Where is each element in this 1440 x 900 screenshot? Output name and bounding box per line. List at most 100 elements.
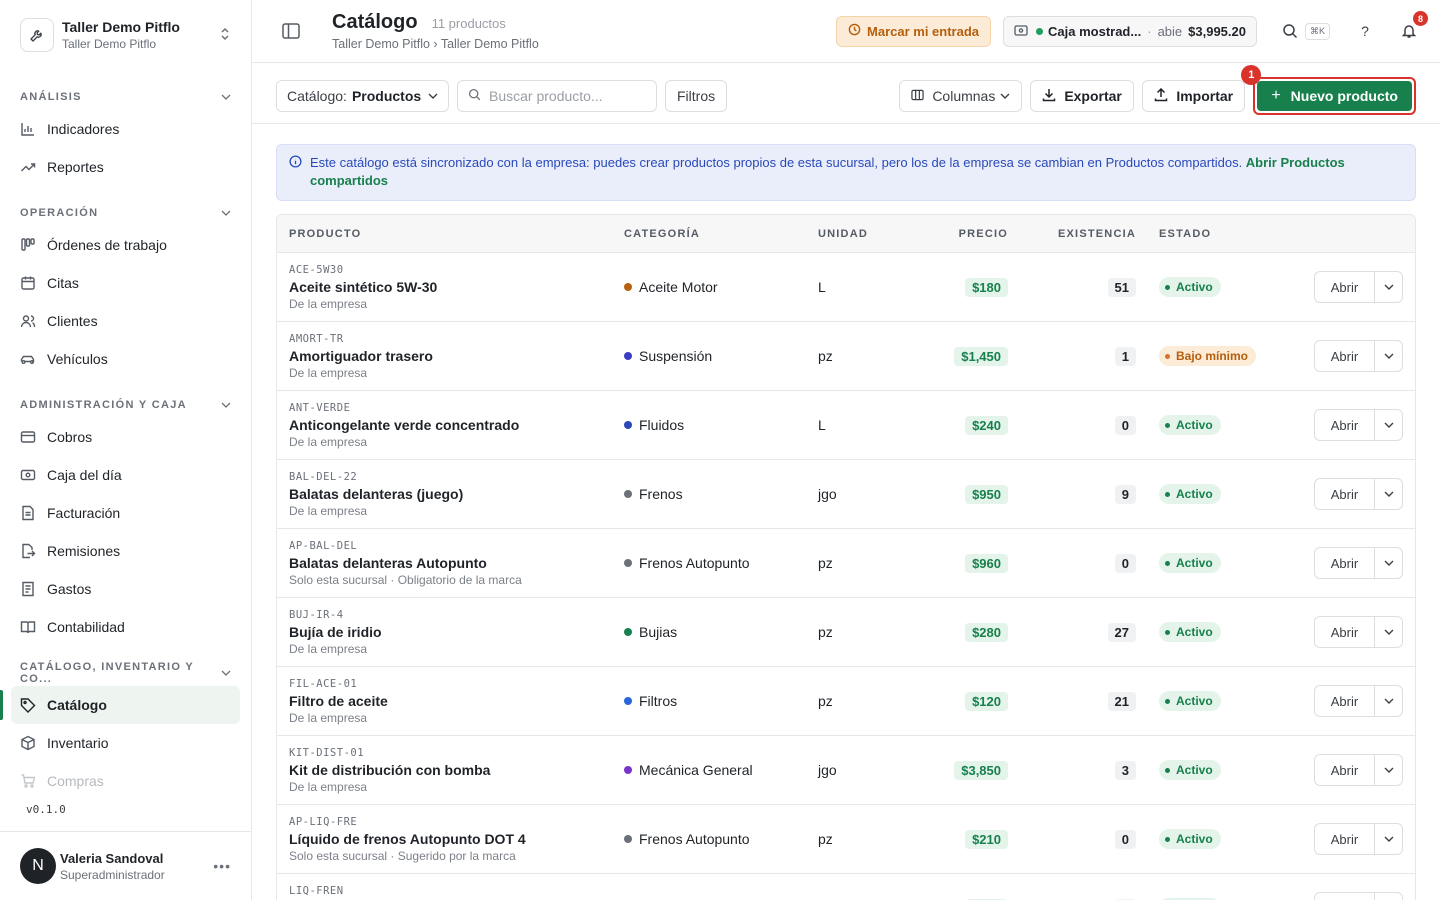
catalog-type-label: Catálogo: xyxy=(287,88,347,104)
chevron-down-icon[interactable] xyxy=(1375,272,1402,302)
table-row[interactable]: ANT-VERDE Anticongelante verde concentra… xyxy=(277,391,1415,460)
status-label: Activo xyxy=(1176,280,1213,295)
cash-icon xyxy=(20,467,36,483)
nav-section-0[interactable]: ANÁLISIS xyxy=(0,84,251,110)
open-button[interactable]: Abrir xyxy=(1315,479,1375,509)
table-row[interactable]: KIT-DIST-01 Kit de distribución con bomb… xyxy=(277,736,1415,805)
more-icon[interactable]: ••• xyxy=(213,858,231,874)
chevron-down-icon[interactable] xyxy=(1375,755,1402,785)
table-row[interactable]: ACE-5W30 Aceite sintético 5W-30 De la em… xyxy=(277,253,1415,322)
open-button[interactable]: Abrir xyxy=(1315,755,1375,785)
chevron-down-icon[interactable] xyxy=(1375,617,1402,647)
sidebar-item-vehiculos[interactable]: Vehículos xyxy=(11,340,240,378)
product-category: Frenos xyxy=(639,486,683,502)
header-stock[interactable]: EXISTENCIA xyxy=(1008,228,1136,240)
sidebar-item-reportes[interactable]: Reportes xyxy=(11,148,240,186)
product-name: Aceite sintético 5W-30 xyxy=(289,278,438,295)
sidebar-item-cobros[interactable]: Cobros xyxy=(11,418,240,456)
search-icon[interactable] xyxy=(1279,20,1301,42)
status-badge: Activo xyxy=(1159,829,1221,850)
status-badge: Activo xyxy=(1159,760,1221,781)
chevron-down-icon[interactable] xyxy=(1375,341,1402,371)
open-button[interactable]: Abrir xyxy=(1315,617,1375,647)
open-button[interactable]: Abrir xyxy=(1315,410,1375,440)
sidebar-item-catalogo[interactable]: Catálogo xyxy=(11,686,240,724)
product-sku: AMORT-TR xyxy=(289,332,344,345)
sidebar-item-ordenes-de-trabajo[interactable]: Órdenes de trabajo xyxy=(11,226,240,264)
sidebar-item-inventario[interactable]: Inventario xyxy=(11,724,240,762)
sidebar-item-citas[interactable]: Citas xyxy=(11,264,240,302)
cash-register-selector[interactable]: Caja mostrad... · abie $3,995.20 xyxy=(1003,15,1257,47)
open-button[interactable]: Abrir xyxy=(1315,272,1375,302)
category-dot xyxy=(624,559,632,567)
open-button[interactable]: Abrir xyxy=(1315,824,1375,854)
filters-button[interactable]: Filtros xyxy=(665,80,728,112)
table-row[interactable]: FIL-ACE-01 Filtro de aceite De la empres… xyxy=(277,667,1415,736)
chevron-down-icon[interactable] xyxy=(1375,824,1402,854)
category-dot xyxy=(624,697,632,705)
chevron-down-icon[interactable] xyxy=(1375,479,1402,509)
sidebar-item-facturacion[interactable]: Facturación xyxy=(11,494,240,532)
catalog-type-select[interactable]: Catálogo: Productos xyxy=(276,80,449,112)
cash-icon xyxy=(1014,24,1028,39)
new-product-button[interactable]: + Nuevo producto xyxy=(1257,81,1412,111)
open-button[interactable]: Abrir xyxy=(1315,548,1375,578)
content: Este catálogo está sincronizado con la e… xyxy=(252,123,1440,900)
header-category[interactable]: CATEGORÍA xyxy=(624,228,818,240)
product-stock: 0 xyxy=(1114,415,1136,435)
sidebar-item-clientes[interactable]: Clientes xyxy=(11,302,240,340)
product-price: $180 xyxy=(965,277,1008,297)
nav-section-2[interactable]: ADMINISTRACIÓN Y CAJA xyxy=(0,392,251,418)
table-row[interactable]: LIQ-FREN Líquido de frenos DOT 4 De la e… xyxy=(277,874,1415,900)
open-button[interactable]: Abrir xyxy=(1315,341,1375,371)
sidebar-item-gastos[interactable]: Gastos xyxy=(11,570,240,608)
status-badge: Activo xyxy=(1159,277,1221,298)
header-unit[interactable]: UNIDAD xyxy=(818,228,908,240)
export-button[interactable]: Exportar xyxy=(1030,80,1135,112)
sidebar-item-contabilidad[interactable]: Contabilidad xyxy=(11,608,240,646)
workspace-switcher[interactable]: Taller Demo Pitflo Taller Demo Pitflo xyxy=(0,0,251,70)
chevron-down-icon[interactable] xyxy=(1375,548,1402,578)
chevron-down-icon[interactable] xyxy=(1375,686,1402,716)
sidebar-item-label: Reportes xyxy=(47,159,104,175)
sidebar-toggle-icon[interactable] xyxy=(280,20,302,42)
category-dot xyxy=(624,283,632,291)
chevron-down-icon[interactable] xyxy=(1375,893,1402,900)
nav-section-1[interactable]: OPERACIÓN xyxy=(0,200,251,226)
help-icon[interactable]: ? xyxy=(1354,20,1376,42)
table-row[interactable]: AP-LIQ-FRE Líquido de frenos Autopunto D… xyxy=(277,805,1415,874)
header-price[interactable]: PRECIO xyxy=(908,228,1008,240)
open-button[interactable]: Abrir xyxy=(1315,893,1375,900)
table-row[interactable]: BAL-DEL-22 Balatas delanteras (juego) De… xyxy=(277,460,1415,529)
row-actions: Abrir xyxy=(1314,478,1403,510)
table-row[interactable]: AMORT-TR Amortiguador trasero De la empr… xyxy=(277,322,1415,391)
sidebar-item-remisiones[interactable]: Remisiones xyxy=(11,532,240,570)
product-name: Filtro de aceite xyxy=(289,692,388,709)
product-unit: pz xyxy=(818,693,833,709)
trend-icon xyxy=(20,159,36,175)
product-unit: pz xyxy=(818,624,833,640)
bell-icon[interactable]: 8 xyxy=(1398,11,1428,42)
chevron-down-icon[interactable] xyxy=(1375,410,1402,440)
header-state[interactable]: ESTADO xyxy=(1136,228,1286,240)
calendar-icon xyxy=(20,275,36,291)
table-row[interactable]: AP-BAL-DEL Balatas delanteras Autopunto … xyxy=(277,529,1415,598)
nav-section-3[interactable]: CATÁLOGO, INVENTARIO Y CO... xyxy=(0,660,251,686)
sidebar-item-compras[interactable]: Compras xyxy=(11,762,240,800)
catalog-type-value: Productos xyxy=(351,88,422,104)
sidebar-item-caja-del-dia[interactable]: Caja del día xyxy=(11,456,240,494)
clock-in-button[interactable]: Marcar mi entrada xyxy=(836,15,992,47)
search-input[interactable] xyxy=(489,88,639,104)
product-name: Balatas delanteras (juego) xyxy=(289,485,464,502)
header-product[interactable]: PRODUCTO xyxy=(277,228,624,240)
table-row[interactable]: BUJ-IR-4 Bujía de iridio De la empresa B… xyxy=(277,598,1415,667)
status-badge: Activo xyxy=(1159,553,1221,574)
chevron-down-icon xyxy=(1000,91,1010,102)
search-box xyxy=(457,80,657,112)
open-button[interactable]: Abrir xyxy=(1315,686,1375,716)
user-menu[interactable]: N Valeria Sandoval Superadministrador ••… xyxy=(0,831,251,900)
columns-button[interactable]: Columnas xyxy=(899,80,1023,112)
chevron-down-icon xyxy=(428,91,438,102)
import-button[interactable]: Importar xyxy=(1142,80,1246,112)
sidebar-item-indicadores[interactable]: Indicadores xyxy=(11,110,240,148)
